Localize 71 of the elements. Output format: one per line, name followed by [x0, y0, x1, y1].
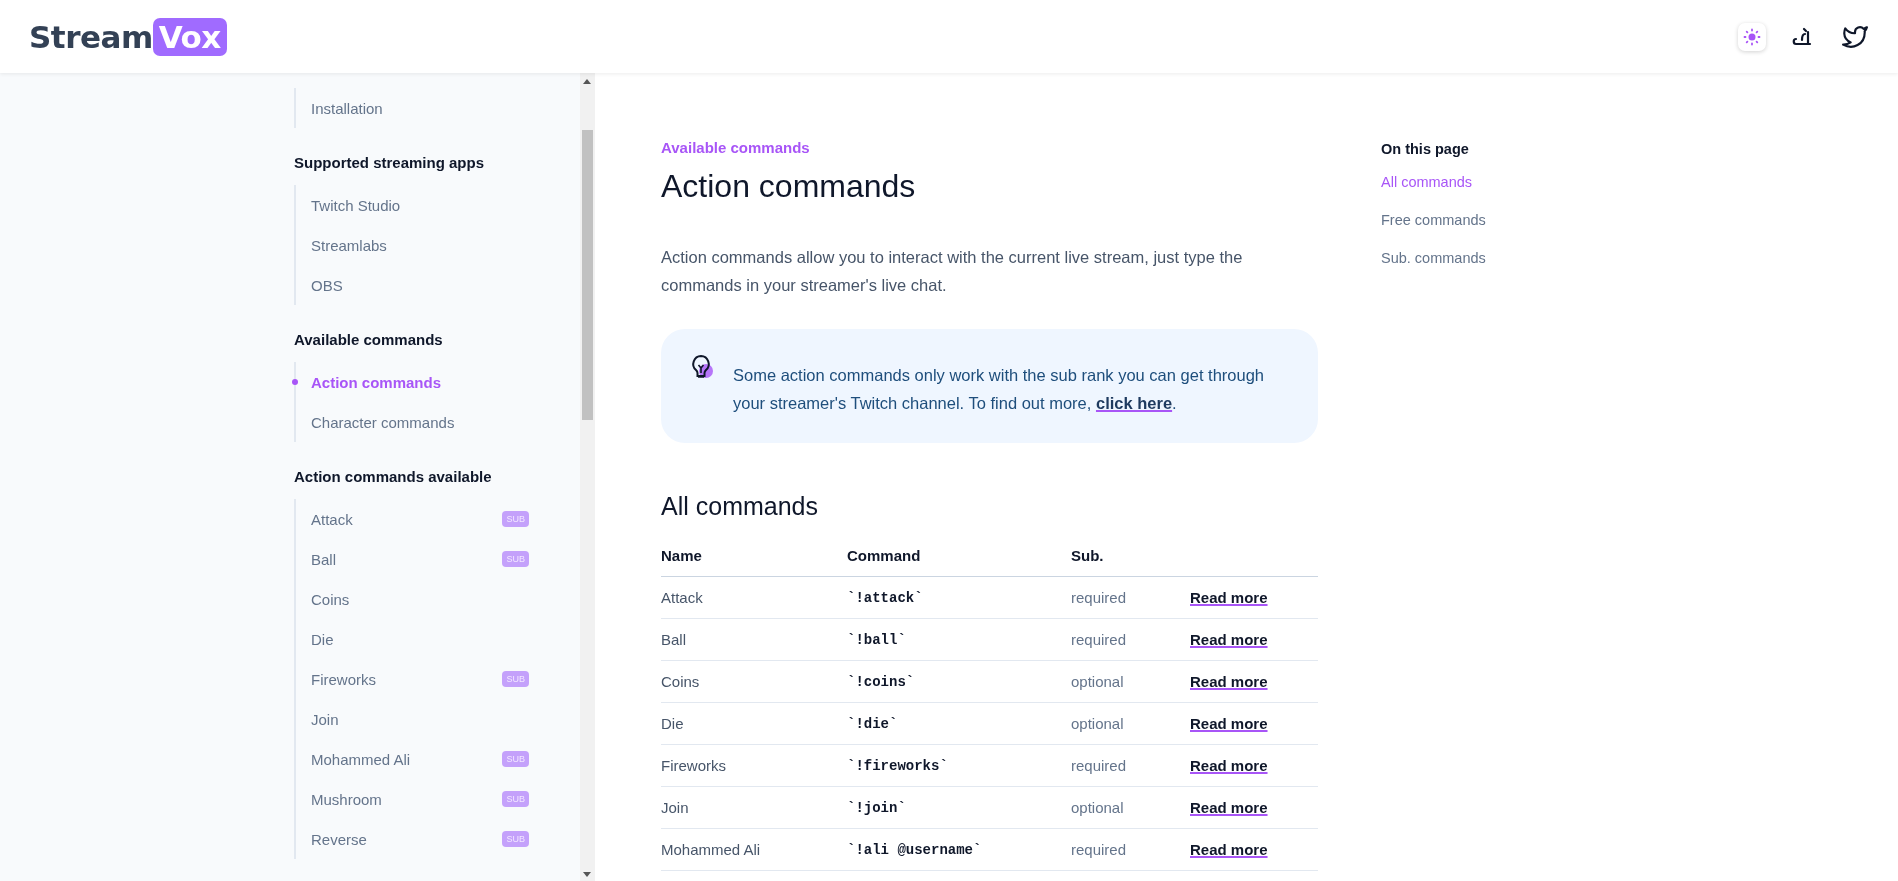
intro-paragraph: Action commands allow you to interact with the current live stream, just type the commands in your streamer's live chat. — [661, 247, 1244, 296]
twitter-bird-icon[interactable] — [1842, 25, 1868, 48]
table-cell: optional — [1071, 786, 1190, 829]
sidebar-item[interactable]: Coins — [311, 590, 350, 608]
sidebar-item[interactable]: OBS — [311, 276, 343, 294]
sidebar-item[interactable]: Action commands — [311, 373, 442, 391]
read-more-link[interactable]: Read more — [1190, 799, 1268, 816]
sidebar-item[interactable]: Ball — [311, 550, 336, 568]
command-code: `!join` — [847, 786, 1071, 829]
table-cell: Die — [661, 702, 847, 745]
sub-badge: SUB — [502, 791, 529, 807]
column-header: Name — [661, 547, 847, 577]
table-cell: Attack — [661, 576, 847, 619]
sub-badge: SUB — [502, 671, 529, 687]
sub-badge: SUB — [502, 831, 529, 847]
table-cell: required — [1071, 618, 1190, 661]
command-code: `!ali @username` — [847, 828, 1071, 871]
command-code: `!coins` — [847, 660, 1071, 703]
sidebar-item[interactable]: Mohammed Ali — [311, 750, 411, 768]
sidebar-heading: Available commands — [294, 331, 444, 348]
command-code: `!ball` — [847, 618, 1071, 661]
table-cell: Coins — [661, 660, 847, 703]
sidebar-item[interactable]: Mushroom — [311, 790, 382, 808]
sidebar-item[interactable]: Attack — [311, 510, 353, 528]
click-here-link[interactable]: click here — [1095, 394, 1173, 412]
sidebar-item[interactable]: Fireworks — [311, 670, 376, 688]
table-cell: required — [1071, 828, 1190, 871]
table-cell: Mohammed Ali — [661, 828, 847, 871]
toc-heading: On this page — [1381, 141, 1469, 157]
sub-badge: SUB — [502, 751, 529, 767]
scrollbar[interactable] — [580, 73, 595, 881]
toc-link[interactable]: Sub. commands — [1381, 250, 1486, 266]
page-title: Action commands — [661, 168, 917, 205]
table-cell: Join — [661, 786, 847, 829]
read-more-link[interactable]: Read more — [1190, 589, 1268, 606]
sub-badge: SUB — [502, 511, 529, 527]
read-more-link[interactable]: Read more — [1190, 631, 1268, 648]
sidebar-item[interactable]: Twitch Studio — [311, 196, 401, 214]
command-code: `!fireworks` — [847, 744, 1071, 787]
read-more-link[interactable]: Read more — [1190, 673, 1268, 690]
table-cell: optional — [1071, 702, 1190, 745]
command-code: `!die` — [847, 702, 1071, 745]
table-cell: required — [1071, 576, 1190, 619]
toc-link[interactable]: All commands — [1381, 174, 1473, 190]
column-header: Sub. — [1071, 547, 1190, 577]
read-more-link[interactable]: Read more — [1190, 757, 1268, 774]
logo[interactable]: Stream Vox — [29, 17, 227, 56]
section-heading: All commands — [661, 492, 819, 521]
sidebar-item[interactable]: Character commands — [311, 413, 455, 431]
theme-toggle-button[interactable] — [1738, 22, 1766, 51]
table-cell: required — [1071, 744, 1190, 787]
sidebar-item[interactable]: Streamlabs — [311, 236, 387, 254]
column-header: Command — [847, 547, 1071, 577]
table-cell: Fireworks — [661, 744, 847, 787]
callout-text: Some action commands only work with the sub rank you can get through your streamer's Twitch channel. To find out more, click here. — [733, 365, 1266, 414]
read-more-link[interactable]: Read more — [1190, 841, 1268, 858]
sidebar-heading: Action commands available — [294, 468, 493, 485]
sidebar-item[interactable]: Reverse — [311, 830, 367, 848]
sidebar-item[interactable]: Die — [311, 630, 334, 648]
table-cell: Ball — [661, 618, 847, 661]
scroll-down-arrow-icon[interactable] — [583, 872, 591, 877]
breadcrumb: Available commands — [661, 139, 811, 156]
sub-badge: SUB — [502, 551, 529, 567]
table-cell: optional — [1071, 660, 1190, 703]
sidebar-item[interactable]: Join — [311, 710, 339, 728]
toc-link[interactable]: Free commands — [1381, 212, 1486, 228]
sidebar-item[interactable]: Installation — [311, 99, 383, 117]
command-code: `!attack` — [847, 576, 1071, 619]
read-more-link[interactable]: Read more — [1190, 715, 1268, 732]
sidebar-heading: Supported streaming apps — [294, 154, 486, 171]
scroll-up-arrow-icon[interactable] — [583, 79, 591, 84]
